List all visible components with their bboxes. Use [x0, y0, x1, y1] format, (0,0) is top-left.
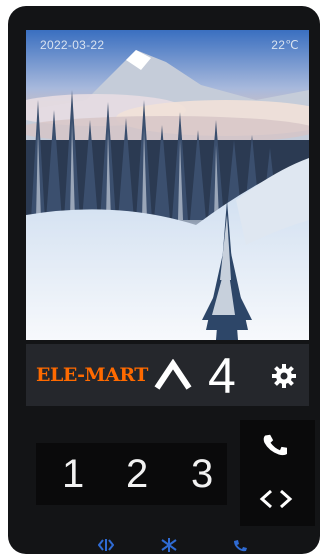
floor-button-1[interactable]: 1	[62, 451, 84, 497]
floor-keypad: 1 2 3	[36, 443, 227, 505]
display-screen: 2022-03-22 22℃	[26, 30, 309, 340]
phone-hangup-icon[interactable]	[232, 538, 248, 552]
floor-button-2[interactable]: 2	[126, 451, 148, 497]
floor-info-bar: ELE-MART 4	[26, 344, 309, 406]
control-panel	[240, 420, 315, 526]
temperature-display: 22℃	[271, 38, 299, 52]
elevator-panel: 2022-03-22 22℃ ELE-MART 4 1 2 3	[8, 6, 320, 554]
gear-icon[interactable]	[272, 364, 296, 388]
date-display: 2022-03-22	[40, 38, 105, 52]
brand-logo: ELE-MART	[36, 364, 148, 386]
phone-icon[interactable]	[263, 432, 287, 458]
door-open-icon[interactable]	[98, 538, 114, 552]
winter-landscape-wallpaper	[26, 30, 309, 340]
open-close-arrows-icon[interactable]	[258, 488, 294, 510]
up-arrow-icon	[154, 359, 192, 390]
floor-button-3[interactable]: 3	[191, 451, 213, 497]
floor-number: 4	[208, 348, 236, 404]
snowflake-icon[interactable]	[161, 538, 177, 552]
